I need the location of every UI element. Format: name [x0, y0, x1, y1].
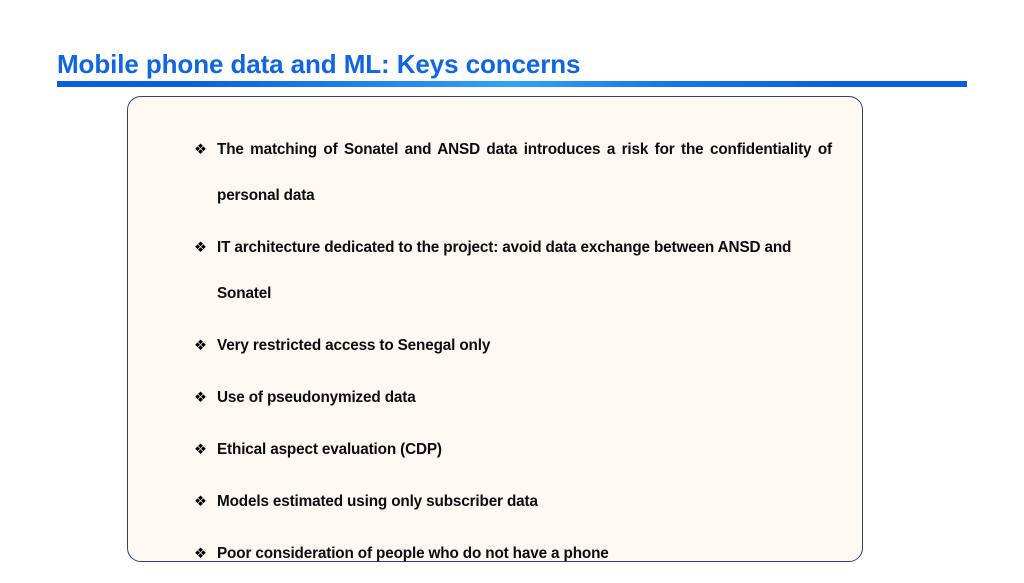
list-item: ❖ The matching of Sonatel and ANSD data … — [194, 127, 832, 219]
list-item-label: Models estimated using only subscriber d… — [217, 493, 538, 510]
list-item-label: Use of pseudonymized data — [217, 389, 416, 406]
slide: Mobile phone data and ML: Keys concerns … — [0, 0, 1024, 576]
diamond-bullet-icon: ❖ — [194, 390, 207, 406]
diamond-bullet-icon: ❖ — [194, 240, 207, 256]
list-item: ❖ Ethical aspect evaluation (CDP) — [194, 427, 832, 473]
list-item: ❖ Very restricted access to Senegal only — [194, 323, 832, 369]
list-item-label: IT architecture dedicated to the project… — [217, 239, 792, 302]
diamond-bullet-icon: ❖ — [194, 546, 207, 562]
page-title: Mobile phone data and ML: Keys concerns — [57, 49, 581, 79]
list-item-label: Ethical aspect evaluation (CDP) — [217, 441, 442, 458]
content-panel: ❖ The matching of Sonatel and ANSD data … — [127, 96, 863, 562]
list-item: ❖ Use of pseudonymized data — [194, 375, 832, 421]
list-item-label: Very restricted access to Senegal only — [217, 337, 491, 354]
list-item: ❖ Poor consideration of people who do no… — [194, 531, 832, 577]
list-item-label: Poor consideration of people who do not … — [217, 545, 609, 562]
diamond-bullet-icon: ❖ — [194, 494, 207, 510]
diamond-bullet-icon: ❖ — [194, 338, 207, 354]
diamond-bullet-icon: ❖ — [194, 142, 207, 158]
diamond-bullet-icon: ❖ — [194, 442, 207, 458]
list-item: ❖ IT architecture dedicated to the proje… — [194, 225, 832, 317]
bullet-list: ❖ The matching of Sonatel and ANSD data … — [194, 127, 832, 583]
list-item-label: The matching of Sonatel and ANSD data in… — [217, 141, 832, 204]
title-divider — [57, 81, 967, 87]
list-item: ❖ Models estimated using only subscriber… — [194, 479, 832, 525]
